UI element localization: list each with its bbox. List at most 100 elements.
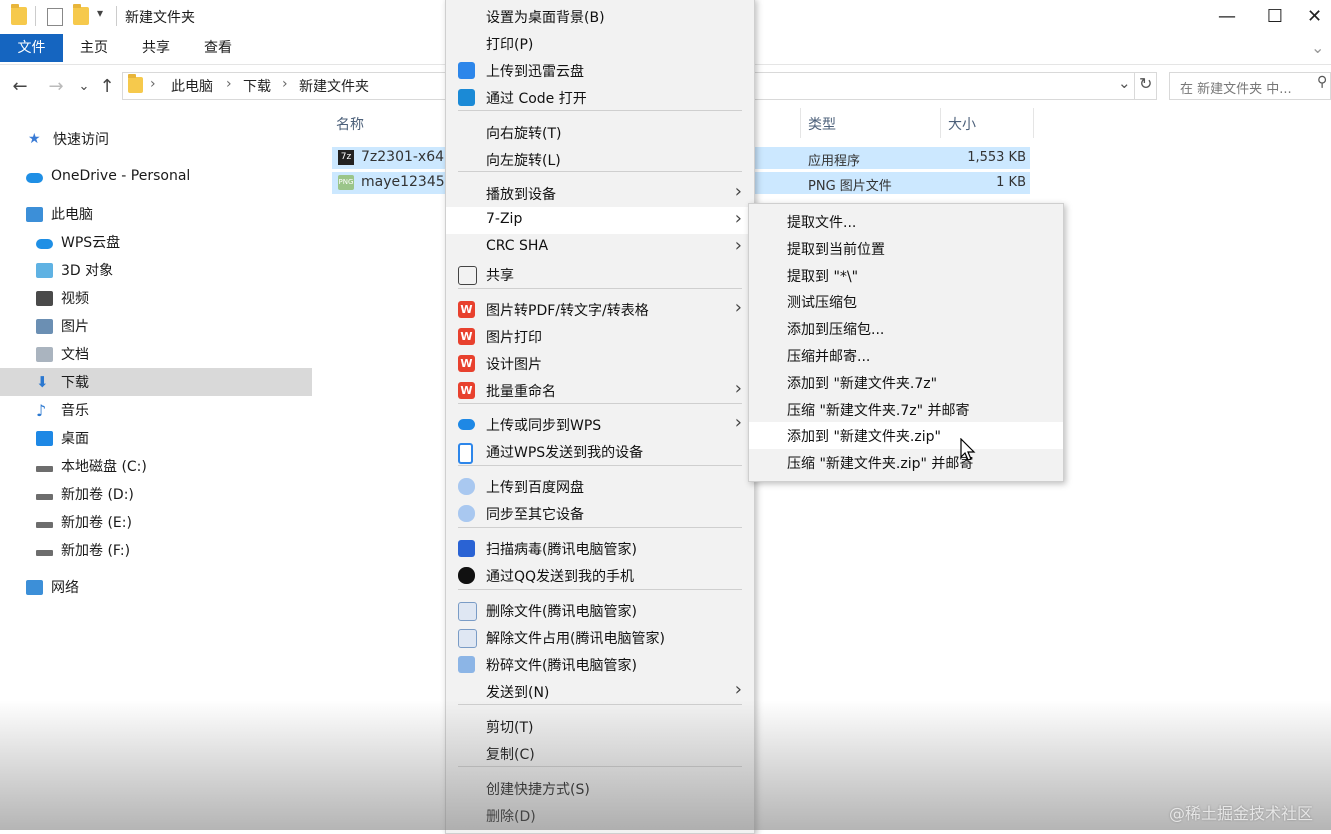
unlock-file-icon xyxy=(458,629,477,648)
context-menu-item[interactable]: 上传到迅雷云盘 xyxy=(446,57,754,84)
sidebar-item[interactable]: 本地磁盘 (C:) xyxy=(0,452,312,480)
context-menu-item[interactable]: 设置为桌面背景(B) xyxy=(446,3,754,30)
context-menu-item[interactable]: 通过QQ发送到我的手机 xyxy=(446,562,754,589)
address-dropdown-icon[interactable]: ⌄ xyxy=(1118,74,1131,92)
sidebar-item[interactable]: 新加卷 (F:) xyxy=(0,536,312,564)
properties-icon[interactable] xyxy=(47,8,63,26)
back-button[interactable]: ← xyxy=(8,72,32,100)
context-menu-item[interactable]: 创建快捷方式(S) xyxy=(446,775,754,802)
search-input[interactable]: 在 新建文件夹 中... xyxy=(1169,72,1331,100)
breadcrumb-this-pc[interactable]: 此电脑 xyxy=(171,76,213,96)
sidebar-item[interactable]: ⬇ 下载 xyxy=(0,368,312,396)
context-menu-item-label: CRC SHA xyxy=(486,238,549,254)
context-menu-item[interactable]: 通过 Code 打开 xyxy=(446,84,754,111)
recent-locations-button[interactable]: ⌄ xyxy=(72,72,96,100)
menu-separator xyxy=(458,704,742,705)
submenu-item-label: 添加到压缩包... xyxy=(787,322,885,339)
context-menu-item[interactable]: W 设计图片 xyxy=(446,350,754,377)
music-icon: ♪ xyxy=(36,400,47,420)
submenu-item[interactable]: 添加到压缩包... xyxy=(749,315,1063,342)
wps-icon: W xyxy=(458,382,475,399)
context-menu-item[interactable]: 通过WPS发送到我的设备 xyxy=(446,438,754,465)
context-menu-item[interactable]: 复制(C) xyxy=(446,740,754,767)
context-menu-item[interactable]: 上传到百度网盘 xyxy=(446,473,754,500)
refresh-icon[interactable]: ↻ xyxy=(1139,74,1152,93)
submenu-item[interactable]: 压缩 "新建文件夹.zip" 并邮寄 xyxy=(749,449,1063,476)
breadcrumb-downloads[interactable]: 下载 xyxy=(243,76,271,96)
sidebar-item-label: 音乐 xyxy=(61,403,89,419)
tab-view[interactable]: 查看 xyxy=(190,34,246,62)
sidebar-item[interactable]: 网络 xyxy=(0,573,312,601)
sidebar-item[interactable]: 新加卷 (D:) xyxy=(0,480,312,508)
context-menu-item[interactable]: 共享 xyxy=(446,261,754,288)
column-header-name[interactable]: 名称 xyxy=(336,114,364,134)
sidebar-item[interactable]: 桌面 xyxy=(0,424,312,452)
context-menu-item[interactable]: CRC SHA › xyxy=(446,234,754,261)
sidebar-item[interactable]: 文档 xyxy=(0,340,312,368)
new-folder-icon[interactable] xyxy=(73,4,89,25)
customize-toolbar-icon[interactable]: ▾ xyxy=(97,6,103,20)
chevron-right-icon: › xyxy=(734,297,742,318)
column-header-type[interactable]: 类型 xyxy=(808,114,836,134)
tab-file[interactable]: 文件 xyxy=(0,34,63,62)
submenu-item[interactable]: 压缩 "新建文件夹.7z" 并邮寄 xyxy=(749,396,1063,423)
tab-share[interactable]: 共享 xyxy=(128,34,184,62)
sidebar-item[interactable]: 图片 xyxy=(0,312,312,340)
column-header-size[interactable]: 大小 xyxy=(948,114,976,134)
context-menu-item[interactable]: 向右旋转(T) xyxy=(446,119,754,146)
tab-home[interactable]: 主页 xyxy=(66,34,122,62)
maximize-button[interactable]: ☐ xyxy=(1252,0,1298,32)
submenu-item[interactable]: 添加到 "新建文件夹.7z" xyxy=(749,369,1063,396)
sidebar-item[interactable]: WPS云盘 xyxy=(0,228,312,256)
sidebar-item-label: 此电脑 xyxy=(51,207,93,223)
minimize-button[interactable]: — xyxy=(1204,0,1250,32)
sidebar-item-label: 下载 xyxy=(61,375,89,391)
forward-button[interactable]: → xyxy=(44,72,68,100)
context-menu-item[interactable]: 向左旋转(L) xyxy=(446,146,754,173)
sidebar-item[interactable]: 此电脑 xyxy=(0,200,312,228)
context-menu-item[interactable]: 扫描病毒(腾讯电脑管家) xyxy=(446,535,754,562)
context-menu-item[interactable]: 删除(D) xyxy=(446,802,754,829)
context-menu-item[interactable]: W 图片转PDF/转文字/转表格 › xyxy=(446,296,754,323)
context-menu-item[interactable]: W 批量重命名 › xyxy=(446,377,754,404)
submenu-item-label: 测试压缩包 xyxy=(787,295,857,312)
column-divider xyxy=(1033,108,1034,138)
sidebar-item[interactable]: 新加卷 (E:) xyxy=(0,508,312,536)
submenu-item-label: 提取到 "*\" xyxy=(787,268,859,285)
context-menu-item[interactable]: 7-Zip › xyxy=(446,207,754,234)
ribbon-expand-icon[interactable]: ⌄ xyxy=(1311,38,1324,57)
sidebar-item[interactable]: ♪ 音乐 xyxy=(0,396,312,424)
up-button[interactable]: ↑ xyxy=(95,72,119,100)
picture-icon xyxy=(36,318,53,334)
file-name[interactable]: 7z2301-x64.e xyxy=(361,149,457,165)
sidebar-item[interactable]: ★ 快速访问 xyxy=(0,125,312,153)
context-menu-item[interactable]: 剪切(T) xyxy=(446,713,754,740)
context-menu-item[interactable]: 打印(P) xyxy=(446,30,754,57)
search-icon: ⚲ xyxy=(1317,74,1328,90)
submenu-item[interactable]: 测试压缩包 xyxy=(749,288,1063,315)
context-menu-item-label: 通过WPS发送到我的设备 xyxy=(486,445,644,461)
close-button[interactable]: ✕ xyxy=(1298,0,1331,32)
context-menu-item[interactable]: 上传或同步到WPS › xyxy=(446,411,754,438)
context-menu-item-label: 设计图片 xyxy=(486,357,542,373)
context-menu-item[interactable]: 删除文件(腾讯电脑管家) xyxy=(446,597,754,624)
submenu-item-label: 提取到当前位置 xyxy=(787,241,885,258)
submenu-item[interactable]: 添加到 "新建文件夹.zip" xyxy=(749,422,1063,450)
context-menu-item-label: 通过 Code 打开 xyxy=(486,91,587,107)
breadcrumb-new-folder[interactable]: 新建文件夹 xyxy=(299,76,369,96)
submenu-item[interactable]: 提取文件... xyxy=(749,208,1063,235)
file-name[interactable]: maye123456 xyxy=(361,174,454,190)
context-menu-item[interactable]: 解除文件占用(腾讯电脑管家) xyxy=(446,624,754,651)
submenu-item[interactable]: 提取到 "*\" xyxy=(749,262,1063,289)
sidebar-item[interactable]: OneDrive - Personal xyxy=(0,162,312,190)
context-menu-item[interactable]: 粉碎文件(腾讯电脑管家) xyxy=(446,651,754,678)
star-icon: ★ xyxy=(28,130,41,147)
context-menu-item[interactable]: W 图片打印 xyxy=(446,323,754,350)
submenu-item[interactable]: 压缩并邮寄... xyxy=(749,342,1063,369)
sidebar-item[interactable]: 3D 对象 xyxy=(0,256,312,284)
context-menu-item[interactable]: 同步至其它设备 xyxy=(446,500,754,527)
sidebar-item[interactable]: 视频 xyxy=(0,284,312,312)
submenu-item[interactable]: 提取到当前位置 xyxy=(749,235,1063,262)
context-menu-item[interactable]: 发送到(N) › xyxy=(446,678,754,705)
context-menu-item[interactable]: 播放到设备 › xyxy=(446,180,754,207)
